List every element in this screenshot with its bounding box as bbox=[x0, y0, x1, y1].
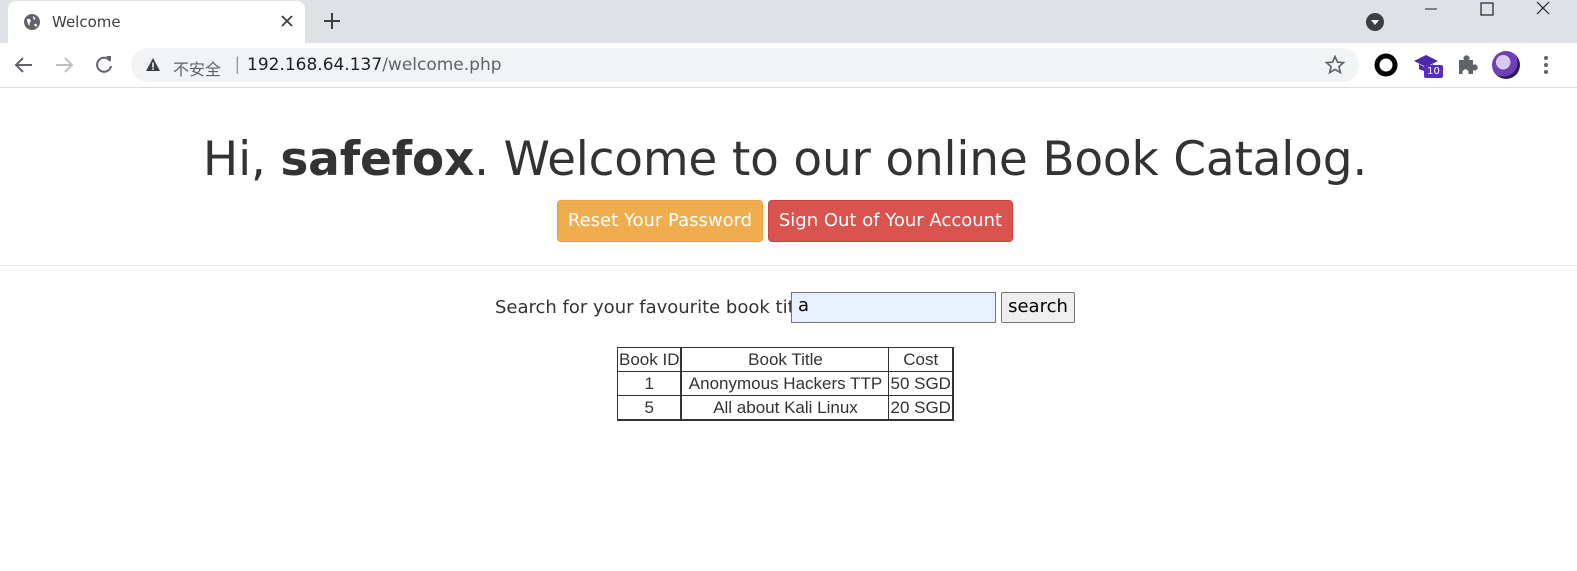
sign-out-button[interactable]: Sign Out of Your Account bbox=[768, 200, 1013, 242]
tab-title: Welcome bbox=[52, 13, 121, 31]
window-close-icon[interactable] bbox=[1520, 0, 1566, 22]
username: safefox bbox=[280, 132, 475, 187]
cell-book-title: Anonymous Hackers TTP bbox=[680, 371, 890, 396]
tab-strip: Welcome bbox=[0, 0, 1577, 43]
table-row: 5 All about Kali Linux 20 SGD bbox=[617, 395, 954, 421]
cell-book-id: 5 bbox=[617, 395, 683, 421]
url-text[interactable]: 192.168.64.137/welcome.php bbox=[247, 55, 502, 75]
url-separator: | bbox=[235, 54, 240, 74]
globe-icon bbox=[24, 14, 40, 30]
plus-icon[interactable] bbox=[321, 10, 343, 32]
browser-tab[interactable]: Welcome bbox=[8, 1, 305, 43]
close-icon[interactable] bbox=[278, 12, 296, 30]
extension-badge: 10 bbox=[1424, 65, 1443, 78]
tab-search-icon[interactable] bbox=[1365, 12, 1385, 32]
back-icon[interactable] bbox=[12, 53, 36, 77]
insecure-label[interactable]: 不安全 bbox=[173, 56, 221, 80]
cell-book-id: 1 bbox=[617, 371, 683, 396]
column-header-book-id: Book ID bbox=[617, 347, 683, 372]
minimize-icon[interactable] bbox=[1408, 0, 1454, 22]
browser-toolbar: 不安全 | 192.168.64.137/welcome.php 10 bbox=[0, 43, 1577, 88]
table-header-row: Book ID Book Title Cost bbox=[617, 347, 954, 372]
table-row: 1 Anonymous Hackers TTP 50 SGD bbox=[617, 371, 954, 396]
cell-cost: 50 SGD bbox=[888, 371, 954, 396]
book-table: Book ID Book Title Cost 1 Anonymous Hack… bbox=[617, 347, 954, 421]
cell-cost: 20 SGD bbox=[888, 395, 954, 421]
search-button[interactable]: search bbox=[1001, 292, 1075, 323]
column-header-cost: Cost bbox=[888, 347, 954, 372]
more-icon[interactable] bbox=[1536, 53, 1556, 77]
cell-book-title: All about Kali Linux bbox=[680, 395, 890, 421]
reset-password-button[interactable]: Reset Your Password bbox=[557, 200, 763, 242]
greeting-prefix: Hi, bbox=[202, 132, 281, 187]
ring-extension-icon[interactable] bbox=[1373, 52, 1399, 78]
column-header-book-title: Book Title bbox=[680, 347, 890, 372]
graduation-cap-extension-icon[interactable]: 10 bbox=[1413, 52, 1443, 78]
search-label: Search for your favourite book title bbox=[495, 297, 811, 318]
greeting-suffix: . Welcome to our online Book Catalog. bbox=[474, 132, 1368, 187]
star-icon[interactable] bbox=[1325, 55, 1345, 75]
forward-icon[interactable] bbox=[52, 53, 76, 77]
page-title: Hi, safefox. Welcome to our online Book … bbox=[0, 132, 1570, 187]
reload-icon[interactable] bbox=[92, 53, 116, 77]
maximize-icon[interactable] bbox=[1464, 0, 1510, 22]
divider bbox=[0, 265, 1577, 266]
warning-icon[interactable] bbox=[145, 57, 161, 73]
page-content: Hi, safefox. Welcome to our online Book … bbox=[0, 88, 1577, 571]
search-input[interactable]: a bbox=[791, 292, 996, 323]
url-path: /welcome.php bbox=[382, 55, 502, 75]
avatar[interactable] bbox=[1492, 51, 1520, 79]
url-host: 192.168.64.137 bbox=[247, 55, 383, 75]
puzzle-icon[interactable] bbox=[1454, 52, 1480, 78]
address-bar[interactable]: 不安全 | 192.168.64.137/welcome.php bbox=[131, 48, 1359, 82]
